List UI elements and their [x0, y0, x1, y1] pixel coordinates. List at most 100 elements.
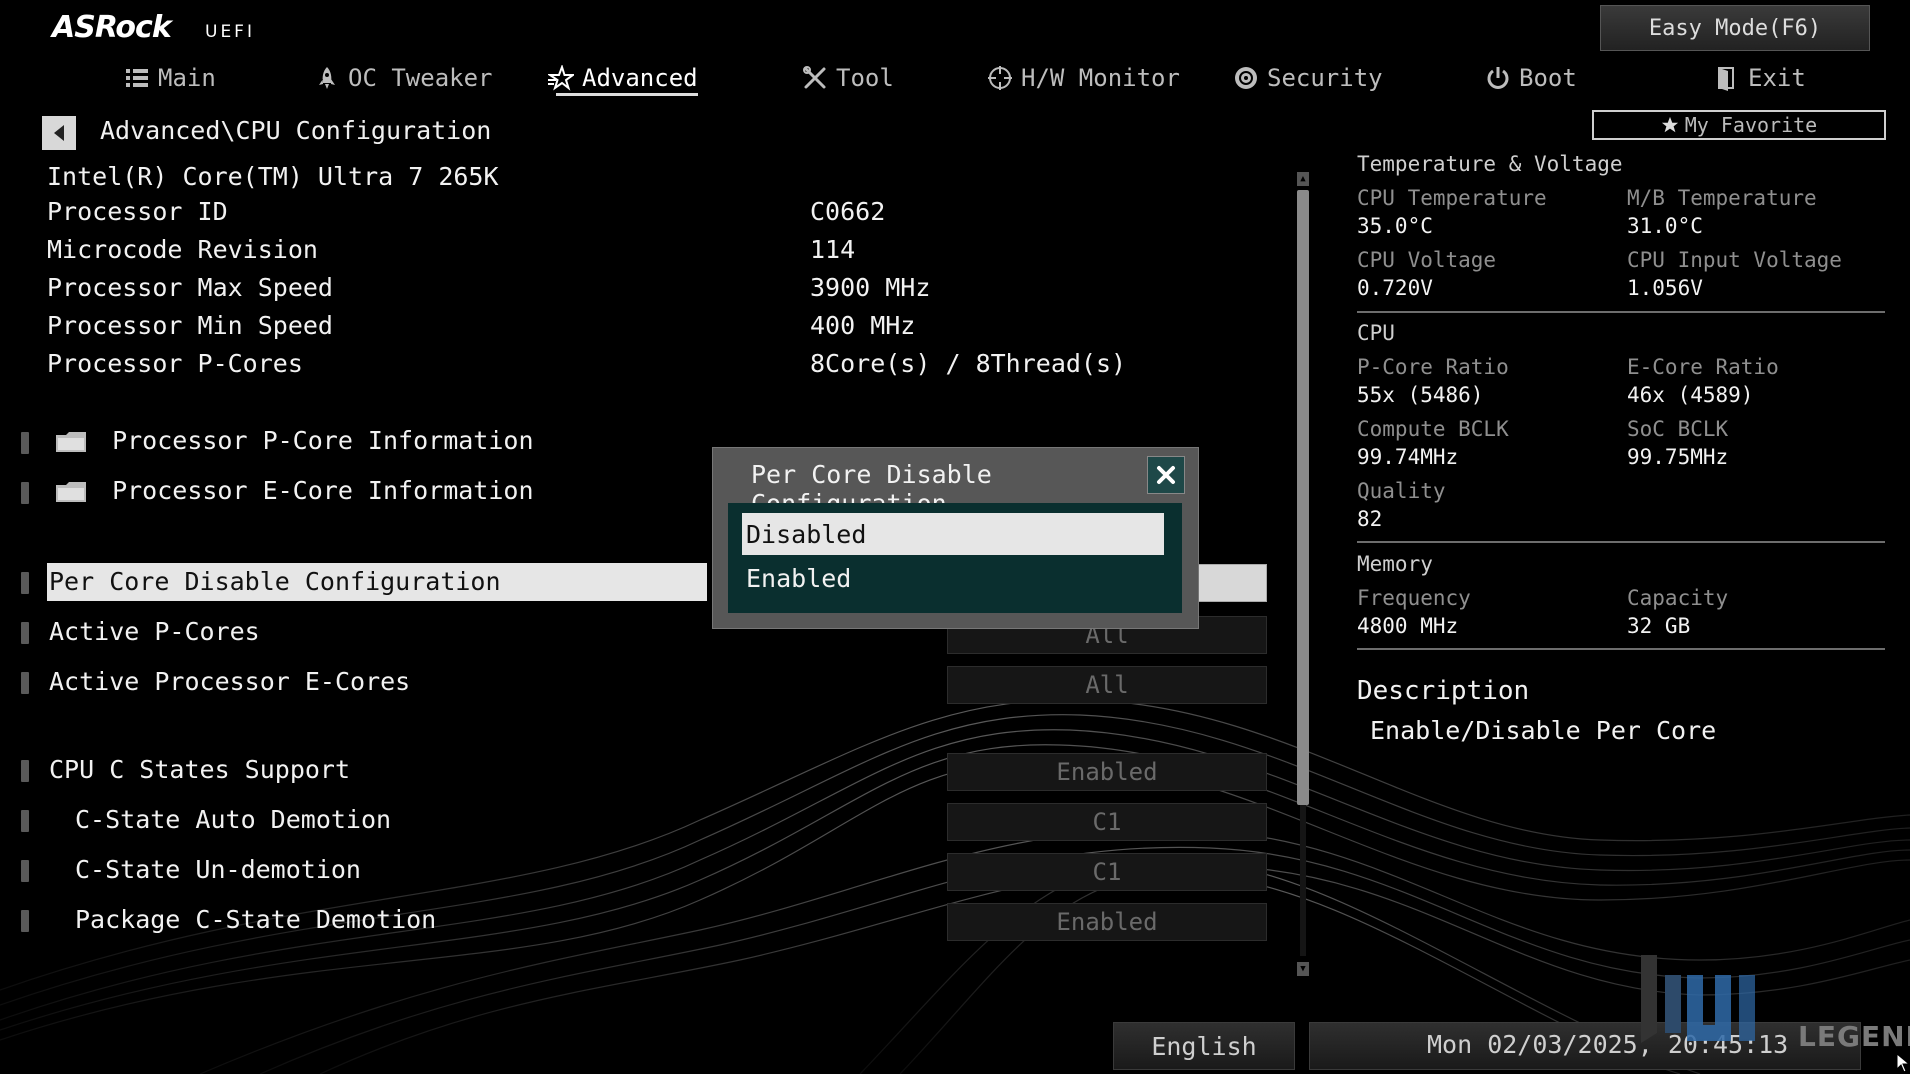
info-value: 3900 MHz — [810, 273, 931, 302]
submenu-ecore-info[interactable]: Processor E-Core Information — [55, 476, 534, 505]
breadcrumb: Advanced\CPU Configuration — [100, 116, 492, 145]
tab-main[interactable]: Main — [124, 58, 216, 98]
option-disabled[interactable]: Disabled — [742, 513, 1164, 555]
info-value: 8Core(s) / 8Thread(s) — [810, 349, 1127, 378]
pcore-ratio-value: 55x (5486) — [1357, 383, 1484, 407]
row-marker — [21, 860, 29, 882]
setting-value[interactable]: All — [947, 666, 1267, 704]
row-marker — [21, 760, 29, 782]
language-button[interactable]: English — [1113, 1022, 1295, 1070]
capacity-value: 32 GB — [1627, 614, 1691, 638]
tab-label: Exit — [1748, 64, 1806, 92]
info-label: Processor P-Cores — [47, 349, 303, 378]
info-label: Processor Max Speed — [47, 273, 333, 302]
cpu-volt-label: CPU Voltage — [1357, 248, 1497, 272]
row-marker — [21, 482, 29, 504]
freq-label: Frequency — [1357, 586, 1471, 610]
setting-value[interactable]: Enabled — [947, 753, 1267, 791]
cpu-volt-value: 0.720V — [1357, 276, 1433, 300]
scroll-up-icon[interactable]: ▲ — [1297, 172, 1309, 186]
cpu-name: Intel(R) Core(TM) Ultra 7 265K — [47, 162, 499, 191]
tab-label: H/W Monitor — [1021, 64, 1180, 92]
soc-bclk-label: SoC BCLK — [1627, 417, 1729, 441]
quality-value: 82 — [1357, 507, 1383, 531]
setting-value[interactable]: C1 — [947, 853, 1267, 891]
ecore-ratio-value: 46x (4589) — [1627, 383, 1754, 407]
setting-value[interactable]: Enabled — [947, 903, 1267, 941]
folder-icon — [56, 432, 86, 452]
my-favorite-label: My Favorite — [1684, 113, 1818, 137]
brand-logo: ASRock — [52, 10, 172, 45]
cpu-in-volt-label: CPU Input Voltage — [1627, 248, 1842, 272]
rocket-icon — [319, 67, 335, 89]
info-value: C0662 — [810, 197, 886, 226]
info-value: 114 — [810, 235, 856, 264]
mb-temp-value: 31.0°C — [1627, 214, 1703, 238]
soc-bclk-value: 99.75MHz — [1627, 445, 1729, 469]
row-marker — [21, 810, 29, 832]
row-marker — [21, 672, 29, 694]
crosshair-icon — [988, 66, 1012, 90]
setting-active-e-cores[interactable]: Active Processor E-Cores — [49, 667, 410, 696]
divider — [1357, 311, 1885, 313]
freq-value: 4800 MHz — [1357, 614, 1459, 638]
mouse-cursor-icon — [1896, 1053, 1910, 1073]
tab-label: Boot — [1519, 64, 1577, 92]
divider — [1357, 648, 1885, 650]
row-marker — [21, 432, 29, 454]
tab-advanced[interactable]: Advanced — [548, 58, 698, 98]
divider — [1357, 541, 1885, 543]
close-icon — [1157, 466, 1175, 484]
cpu-section-title: CPU — [1357, 321, 1395, 345]
info-label: Processor ID — [47, 197, 228, 226]
option-popup: Per Core Disable Configuration Disabled … — [712, 447, 1199, 629]
watermark-logo-icon — [1641, 955, 1755, 1043]
exit-icon — [1718, 67, 1734, 91]
tab-label: OC Tweaker — [348, 64, 493, 92]
row-marker — [21, 572, 29, 594]
setting-c-state-un-demotion[interactable]: C-State Un-demotion — [75, 855, 361, 884]
tab-label: Security — [1267, 64, 1383, 92]
scroll-down-icon[interactable]: ▼ — [1297, 962, 1309, 976]
scrollbar[interactable]: ▲ ▼ — [1294, 170, 1312, 978]
tab-security[interactable]: Security — [1233, 58, 1383, 98]
tab-hw-monitor[interactable]: H/W Monitor — [987, 58, 1180, 98]
tab-tool[interactable]: Tool — [802, 58, 894, 98]
setting-package-c-state-demotion[interactable]: Package C-State Demotion — [75, 905, 436, 934]
popup-close-button[interactable] — [1147, 456, 1185, 494]
watermark-text: LEGEND — [1798, 1020, 1910, 1053]
option-enabled[interactable]: Enabled — [742, 557, 1164, 599]
my-favorite-button[interactable]: My Favorite — [1592, 110, 1886, 140]
list-icon — [126, 69, 148, 87]
memory-section-title: Memory — [1357, 552, 1433, 576]
setting-c-state-auto-demotion[interactable]: C-State Auto Demotion — [75, 805, 391, 834]
easy-mode-button[interactable]: Easy Mode(F6) — [1600, 5, 1870, 51]
setting-value[interactable]: C1 — [947, 803, 1267, 841]
setting-cpu-c-states[interactable]: CPU C States Support — [49, 755, 350, 784]
info-label: Microcode Revision — [47, 235, 318, 264]
star-icon — [548, 65, 574, 91]
cpu-in-volt-value: 1.056V — [1627, 276, 1703, 300]
setting-per-core-disable[interactable]: Per Core Disable Configuration — [49, 567, 501, 596]
tab-boot[interactable]: Boot — [1485, 58, 1577, 98]
scroll-thumb[interactable] — [1297, 190, 1309, 805]
description-text: Enable/Disable Per Core — [1370, 716, 1717, 745]
compute-bclk-label: Compute BCLK — [1357, 417, 1509, 441]
power-icon — [1487, 67, 1509, 89]
back-button[interactable] — [42, 116, 76, 150]
folder-icon — [56, 482, 86, 502]
quality-label: Quality — [1357, 479, 1446, 503]
temp-volt-title: Temperature & Voltage — [1357, 152, 1623, 176]
capacity-label: Capacity — [1627, 586, 1729, 610]
info-label: Processor Min Speed — [47, 311, 333, 340]
cpu-temp-value: 35.0°C — [1357, 214, 1433, 238]
brand-sub: UEFI — [205, 22, 255, 42]
submenu-label: Processor P-Core Information — [112, 426, 534, 455]
mb-temp-label: M/B Temperature — [1627, 186, 1817, 210]
tab-label: Advanced — [582, 64, 698, 92]
tab-oc-tweaker[interactable]: OC Tweaker — [314, 58, 493, 98]
tab-exit[interactable]: Exit — [1714, 58, 1806, 98]
submenu-pcore-info[interactable]: Processor P-Core Information — [55, 426, 534, 455]
setting-active-p-cores[interactable]: Active P-Cores — [49, 617, 260, 646]
row-marker — [21, 622, 29, 644]
